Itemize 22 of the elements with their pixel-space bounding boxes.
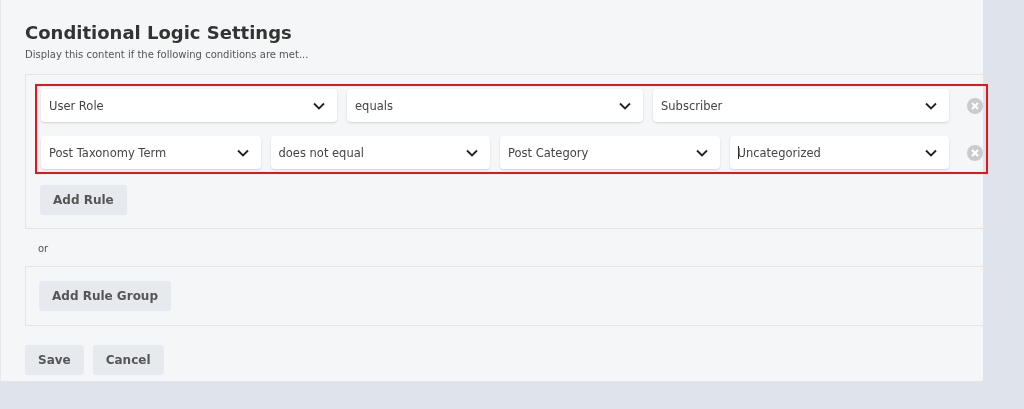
chevron-down-icon	[236, 148, 249, 157]
save-button[interactable]: Save	[25, 345, 84, 375]
remove-icon[interactable]	[967, 144, 983, 161]
add-rule-group-button[interactable]: Add Rule Group	[39, 281, 171, 311]
remove-icon[interactable]	[967, 97, 983, 114]
add-rule-button[interactable]: Add Rule	[40, 185, 127, 215]
dropdown-select[interactable]: does not equal	[270, 136, 490, 169]
settings-title: Conditional Logic Settings	[25, 22, 293, 44]
chevron-down-icon	[925, 101, 937, 110]
or-separator: or	[38, 243, 50, 254]
dropdown-select[interactable]: Subscriber	[653, 89, 949, 122]
chevron-down-icon	[466, 148, 478, 157]
dropdown-select[interactable]: Post Category	[500, 136, 720, 169]
dropdown-select[interactable]: User Role	[41, 89, 337, 122]
dropdown-select[interactable]: equals	[347, 89, 643, 122]
chevron-down-icon	[313, 101, 325, 110]
chevron-down-icon	[695, 148, 708, 157]
dropdown-select[interactable]: Post Taxonomy Term	[41, 136, 261, 169]
settings-description: Display this content if the following conditions are met...	[25, 49, 310, 60]
chevron-down-icon	[619, 101, 631, 110]
chevron-down-icon	[925, 148, 937, 157]
cancel-button[interactable]: Cancel	[92, 345, 164, 375]
